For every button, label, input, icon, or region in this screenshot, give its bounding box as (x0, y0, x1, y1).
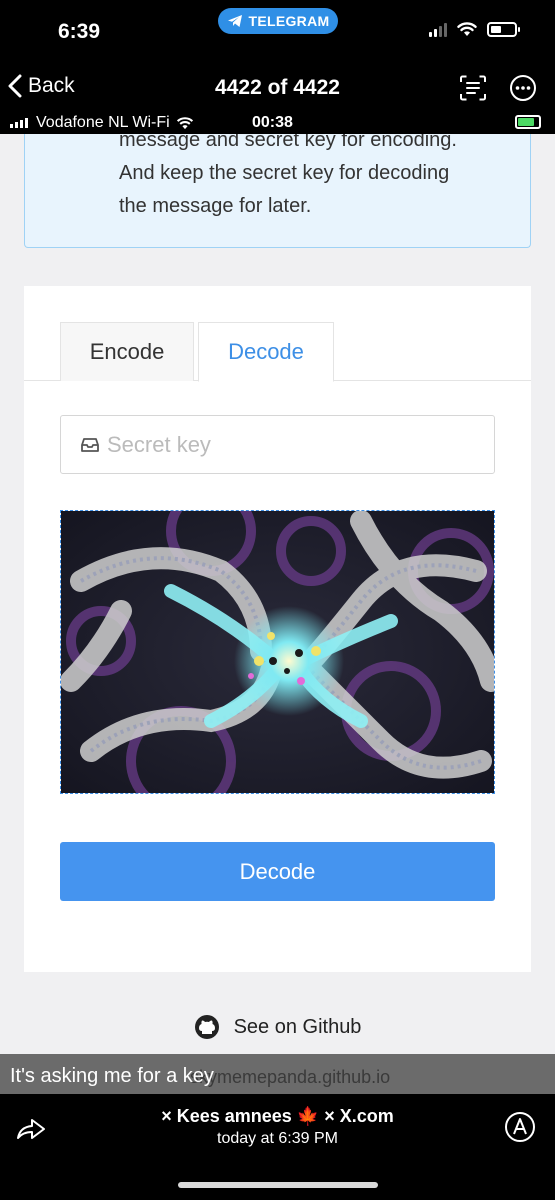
decode-button[interactable]: Decode (60, 842, 495, 901)
sender-line: × Kees amnees 🍁 × X.com (161, 1106, 394, 1126)
status-time: 6:39 (58, 20, 101, 43)
info-line-1: message and secret key for encoding. (119, 134, 457, 151)
info-alert: message and secret key for encoding. And… (24, 134, 531, 248)
fractal-image (61, 511, 494, 793)
telegram-icon (227, 15, 242, 27)
site-url: skymemepanda.github.io (190, 1067, 391, 1087)
telegram-label: TELEGRAM (248, 13, 330, 29)
sender-info: × Kees amnees 🍁 × X.com today at 6:39 PM (0, 1106, 555, 1148)
wifi-icon (176, 116, 193, 129)
viewer-actions (459, 74, 537, 102)
wifi-icon (457, 22, 477, 36)
tab-encode[interactable]: Encode (60, 322, 194, 381)
info-line-2: And keep the secret key for decoding (119, 162, 450, 184)
inner-status-bar: Vodafone NL Wi-Fi 00:38 (0, 112, 555, 134)
telegram-return-pill[interactable]: TELEGRAM (218, 8, 338, 34)
home-indicator[interactable] (178, 1182, 378, 1188)
live-text-button[interactable] (459, 74, 487, 102)
status-bar: 6:39 TELEGRAM (0, 0, 555, 62)
sender-date: today at 6:39 PM (217, 1130, 338, 1147)
info-text: message and secret key for encoding. And… (119, 134, 500, 223)
secret-key-field[interactable] (60, 415, 495, 474)
status-icons (429, 22, 520, 37)
web-page: message and secret key for encoding. And… (0, 134, 555, 1054)
info-line-3: the message for later. (119, 195, 312, 217)
more-button[interactable] (509, 74, 537, 102)
more-options-icon (510, 75, 536, 101)
cellular-signal-icon (10, 118, 28, 128)
caption-text: It's asking me for a key (10, 1065, 214, 1087)
battery-icon (487, 22, 520, 37)
markup-icon[interactable] (503, 1110, 537, 1144)
tab-decode[interactable]: Decode (198, 322, 334, 382)
inner-carrier-label: Vodafone NL Wi-Fi (36, 114, 170, 131)
uploaded-image[interactable] (60, 510, 495, 794)
github-icon (194, 1015, 219, 1039)
live-text-icon (460, 75, 486, 101)
github-link-label: See on Github (233, 1015, 362, 1038)
cellular-signal-icon (429, 22, 447, 37)
caption-bar: skymemepanda.github.io It's asking me fo… (0, 1054, 555, 1094)
github-link[interactable]: See on Github (0, 1014, 555, 1040)
inner-carrier: Vodafone NL Wi-Fi (10, 114, 194, 132)
stego-card: Encode Decode Secret key Decode (24, 286, 531, 972)
secret-key-input[interactable] (107, 431, 467, 458)
viewer-nav-bar: Back 4422 of 4422 (0, 62, 555, 112)
bottom-bar: × Kees amnees 🍁 × X.com today at 6:39 PM (0, 1094, 555, 1200)
inbox-icon (81, 437, 99, 452)
inner-time: 00:38 (252, 114, 293, 131)
charging-battery-icon (515, 115, 541, 129)
